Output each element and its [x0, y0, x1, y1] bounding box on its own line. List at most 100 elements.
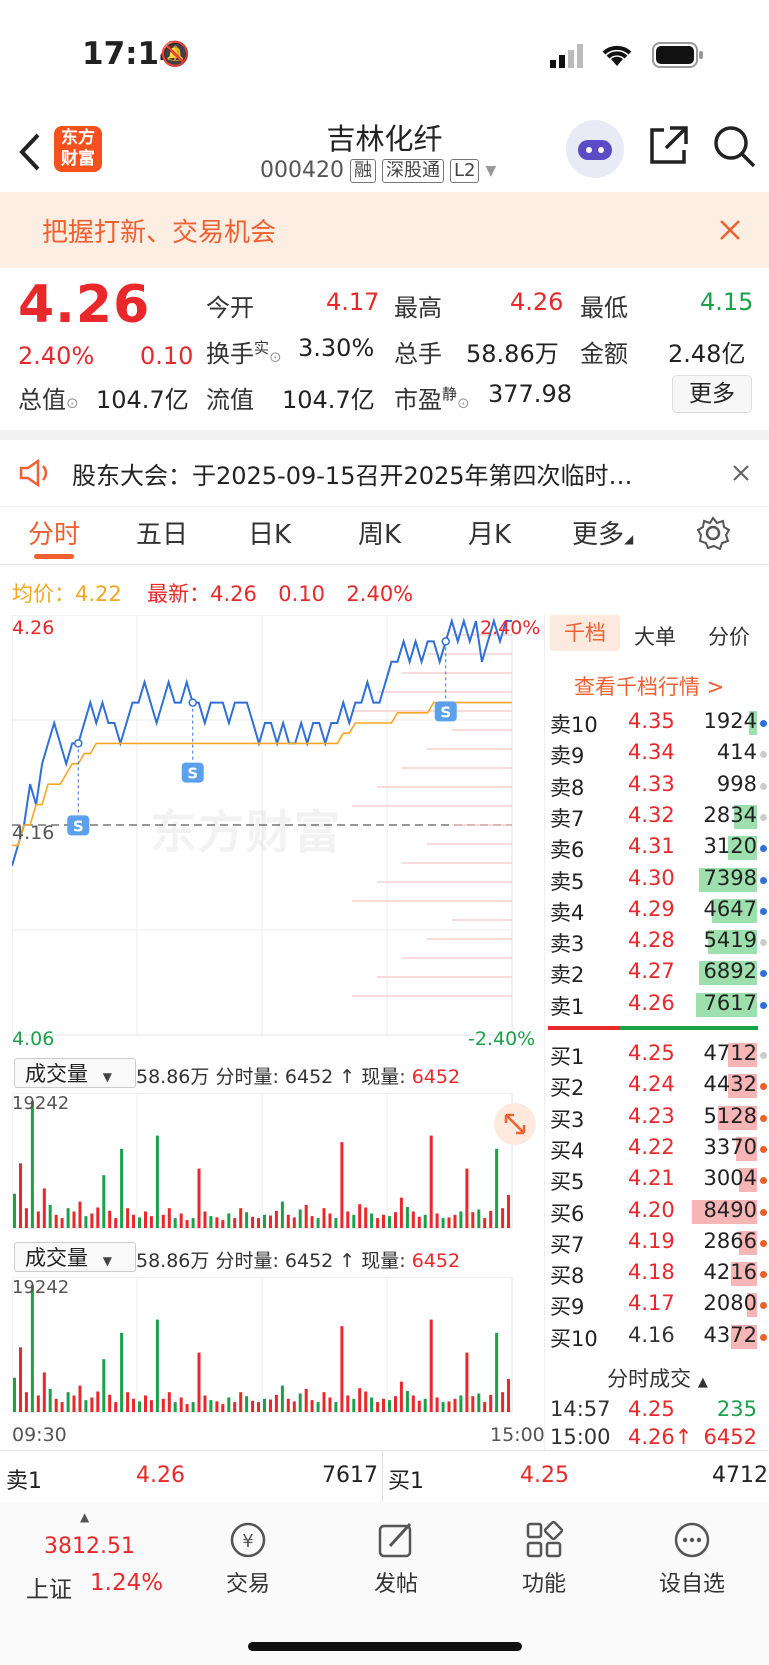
dot-icon: [760, 1302, 767, 1310]
ob-link[interactable]: 查看千档行情 >: [574, 671, 724, 701]
nav-functions[interactable]: 功能: [494, 1512, 594, 1598]
search-icon[interactable]: [712, 124, 758, 170]
ob-tab-price-dist[interactable]: 分价: [708, 621, 750, 651]
volume-bar: [269, 1215, 272, 1228]
ask-price: 4.27: [628, 959, 675, 984]
volume-selector-2[interactable]: 成交量 ▼: [14, 1242, 136, 1272]
volume-bar: [423, 1398, 427, 1412]
ask-row[interactable]: 卖2 4.27 6892: [546, 959, 769, 990]
ask-volume: 414: [716, 740, 757, 765]
ask-row[interactable]: 卖5 4.30 7398: [546, 866, 769, 897]
volume-bar: [477, 1393, 481, 1412]
ask-row[interactable]: 卖9 4.34 414: [546, 740, 769, 771]
bid-price: 4.16: [628, 1322, 675, 1347]
info-icon[interactable]: ⊙: [269, 348, 282, 366]
volume-max-tick: 19242: [12, 1277, 70, 1298]
volume-bar: [286, 1398, 290, 1412]
bid-volume: 4712: [703, 1041, 757, 1065]
ask-row[interactable]: 卖1 4.26 7617: [546, 991, 769, 1022]
bbo-divider: [382, 1451, 383, 1503]
volume-bar: [471, 1212, 475, 1228]
home-indicator: [248, 1642, 522, 1651]
volume-bar: [346, 1395, 350, 1412]
bid-row[interactable]: 买4 4.22 3370: [546, 1135, 769, 1166]
tab-monthly-k[interactable]: 月K: [468, 514, 511, 551]
bid-price: 4.19: [628, 1228, 675, 1253]
tab-more[interactable]: 更多◢: [572, 514, 633, 551]
volume-bar: [102, 1359, 106, 1412]
volume-bar: [191, 1402, 195, 1412]
info-icon[interactable]: ⊙: [457, 394, 470, 412]
volume-bar: [405, 1390, 409, 1412]
bid-row[interactable]: 买8 4.18 4216: [546, 1260, 769, 1291]
nav-trade[interactable]: ¥ 交易: [198, 1512, 298, 1598]
promo-banner[interactable]: 把握打新、交易机会: [0, 192, 769, 268]
tab-intraday[interactable]: 分时: [28, 514, 80, 551]
ask-row[interactable]: 卖3 4.28 5419: [546, 928, 769, 959]
stock-subline[interactable]: 000420 融 深股通 L2 ▼: [260, 158, 496, 183]
nav-post[interactable]: 发帖: [346, 1512, 446, 1598]
y-tick-bottom: 4.06: [12, 1028, 55, 1050]
bid-level-label: 买4: [550, 1138, 585, 1163]
bid-row[interactable]: 买1 4.25 4712: [546, 1041, 769, 1072]
signal-dot: [441, 637, 450, 646]
share-icon[interactable]: [646, 124, 690, 168]
ob-tab-big-orders[interactable]: 大单: [634, 621, 676, 651]
amount-label: 金额: [580, 340, 628, 368]
volume-bar: [54, 1214, 58, 1228]
ask-row[interactable]: 卖8 4.33 998: [546, 772, 769, 803]
bid-row[interactable]: 买2 4.24 4432: [546, 1072, 769, 1103]
bid-price: 4.22: [628, 1134, 675, 1159]
bid-volume: 3370: [703, 1134, 757, 1159]
index-pct: 1.24%: [90, 1570, 164, 1596]
volume-bar: [233, 1402, 237, 1412]
chart-legend: 均价：4.22 最新：4.26 0.10 2.40%: [12, 578, 413, 608]
bid-row[interactable]: 买6 4.20 8490: [546, 1198, 769, 1229]
bid-row[interactable]: 买10 4.16 4372: [546, 1323, 769, 1354]
volume-bar: [328, 1213, 332, 1228]
ask-price: 4.28: [628, 928, 675, 953]
volume-bar: [24, 1208, 28, 1228]
edit-icon: [378, 1522, 412, 1558]
bid-row[interactable]: 买7 4.19 2866: [546, 1229, 769, 1260]
close-icon[interactable]: [718, 218, 742, 242]
ob-tab-thousand[interactable]: 千档: [550, 615, 620, 651]
bid-row[interactable]: 买5 4.21 3004: [546, 1166, 769, 1197]
volume-bar: [120, 1332, 124, 1412]
amount-value: 2.48亿: [668, 340, 746, 368]
ask-row[interactable]: 卖6 4.31 3120: [546, 834, 769, 865]
bid-price: 4.18: [628, 1260, 675, 1285]
tab-daily-k[interactable]: 日K: [248, 514, 291, 551]
ask-price: 4.26: [628, 990, 675, 1015]
best-bid-offer-bar: 卖1 4.26 7617 买1 4.25 4712: [0, 1450, 769, 1504]
tab-five-day[interactable]: 五日: [136, 514, 188, 551]
assistant-avatar-icon[interactable]: [566, 120, 624, 178]
bid-row[interactable]: 买9 4.17 2080: [546, 1291, 769, 1322]
volume-bar: [423, 1214, 427, 1228]
volume-bar: [161, 1214, 165, 1228]
volume-bar: [138, 1217, 141, 1228]
more-button[interactable]: 更多: [672, 375, 752, 413]
tab-weekly-k[interactable]: 周K: [358, 514, 401, 551]
info-icon[interactable]: ⊙: [66, 394, 79, 412]
ob-ticks-header[interactable]: 分时成交 ▲: [546, 1363, 769, 1393]
nav-add-watchlist[interactable]: 设自选: [642, 1512, 742, 1598]
ask-row[interactable]: 卖4 4.29 4647: [546, 897, 769, 928]
bid-row[interactable]: 买3 4.23 5128: [546, 1104, 769, 1135]
bid-price: 4.21: [628, 1166, 675, 1191]
ask-row[interactable]: 卖10 4.35 1924: [546, 709, 769, 740]
bid-price: 4.23: [628, 1103, 675, 1128]
volume-bar: [370, 1213, 374, 1228]
expand-icon[interactable]: [494, 1103, 536, 1145]
notice-bar[interactable]: 股东大会：于2025-09-15召开2025年第四次临时…: [0, 430, 769, 507]
pe-label: 市盈静⊙: [394, 380, 470, 415]
volume-selector[interactable]: 成交量 ▼: [14, 1058, 136, 1088]
bid-price: 4.20: [628, 1197, 675, 1222]
volume-bar: [417, 1216, 421, 1228]
open-value: 4.17: [326, 288, 380, 316]
settings-icon[interactable]: [696, 516, 730, 550]
ask-row[interactable]: 卖7 4.32 2834: [546, 803, 769, 834]
dot-icon: [760, 907, 767, 915]
close-icon[interactable]: [732, 464, 750, 482]
volume-bar: [274, 1394, 278, 1412]
